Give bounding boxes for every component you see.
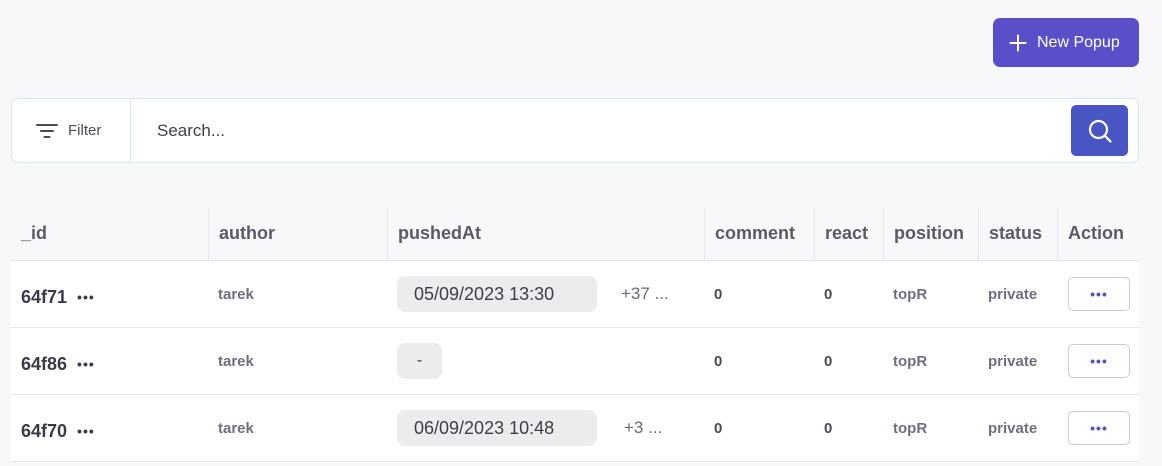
row-position: topR bbox=[893, 352, 928, 370]
row-id: 64f86 bbox=[21, 353, 68, 374]
row-pushed-at: 05/09/2023 13:30 bbox=[397, 276, 597, 312]
row-action-button[interactable]: ••• bbox=[1068, 344, 1130, 378]
column-header-pushedat[interactable]: pushedAt bbox=[387, 208, 705, 260]
table-row: 64f86 ••• tarek - 0 0 topR private ••• bbox=[11, 328, 1139, 395]
search-icon bbox=[1088, 119, 1112, 143]
more-dots-icon: ••• bbox=[1090, 353, 1108, 369]
row-action-button[interactable]: ••• bbox=[1068, 411, 1130, 445]
more-dots-icon: ••• bbox=[1090, 420, 1108, 436]
row-author: tarek bbox=[218, 285, 254, 303]
column-header-id[interactable]: _id bbox=[11, 208, 209, 260]
column-header-status[interactable]: status bbox=[978, 208, 1058, 260]
column-header-author[interactable]: author bbox=[208, 208, 388, 260]
filter-button[interactable]: Filter bbox=[12, 99, 131, 162]
row-react: 0 bbox=[824, 285, 833, 303]
row-action-button[interactable]: ••• bbox=[1068, 277, 1130, 311]
more-dots-icon: ••• bbox=[1090, 286, 1108, 302]
search-bar: Filter bbox=[11, 98, 1139, 163]
more-dots-icon[interactable]: ••• bbox=[77, 423, 95, 439]
row-more-dates[interactable]: +37 ... bbox=[621, 284, 669, 304]
row-comment: 0 bbox=[714, 352, 723, 370]
column-header-comment[interactable]: comment bbox=[704, 208, 815, 260]
table-header: _id author pushedAt comment react positi… bbox=[11, 208, 1139, 261]
page: New Popup Filter _id author pushedAt com… bbox=[0, 0, 1162, 466]
row-pushed-at: - bbox=[397, 343, 442, 379]
row-react: 0 bbox=[824, 419, 833, 437]
row-id: 64f70 bbox=[21, 420, 68, 441]
new-popup-label: New Popup bbox=[1037, 33, 1120, 51]
table-row: 64f70 ••• tarek 06/09/2023 10:48 +3 ... … bbox=[11, 395, 1139, 462]
column-header-action: Action bbox=[1057, 208, 1139, 260]
row-pushed-at: 06/09/2023 10:48 bbox=[397, 410, 597, 446]
row-status: private bbox=[988, 352, 1038, 370]
row-comment: 0 bbox=[714, 285, 723, 303]
row-id: 64f71 bbox=[21, 286, 68, 307]
more-dots-icon[interactable]: ••• bbox=[77, 356, 95, 372]
row-more-dates[interactable]: +3 ... bbox=[624, 418, 662, 438]
column-header-react[interactable]: react bbox=[814, 208, 884, 260]
row-status: private bbox=[988, 285, 1038, 303]
row-position: topR bbox=[893, 285, 928, 303]
row-author: tarek bbox=[218, 352, 254, 370]
filter-lines-icon bbox=[36, 123, 58, 138]
table-row: 64f71 ••• tarek 05/09/2023 13:30 +37 ...… bbox=[11, 261, 1139, 328]
row-status: private bbox=[988, 419, 1038, 437]
search-input[interactable] bbox=[131, 98, 1138, 163]
new-popup-button[interactable]: New Popup bbox=[993, 18, 1139, 67]
row-author: tarek bbox=[218, 419, 254, 437]
row-comment: 0 bbox=[714, 419, 723, 437]
more-dots-icon[interactable]: ••• bbox=[77, 289, 95, 305]
column-header-position[interactable]: position bbox=[883, 208, 979, 260]
search-button[interactable] bbox=[1071, 105, 1128, 156]
row-react: 0 bbox=[824, 352, 833, 370]
filter-label: Filter bbox=[68, 122, 102, 139]
row-position: topR bbox=[893, 419, 928, 437]
popups-table: _id author pushedAt comment react positi… bbox=[11, 208, 1139, 462]
plus-icon bbox=[1009, 34, 1027, 52]
